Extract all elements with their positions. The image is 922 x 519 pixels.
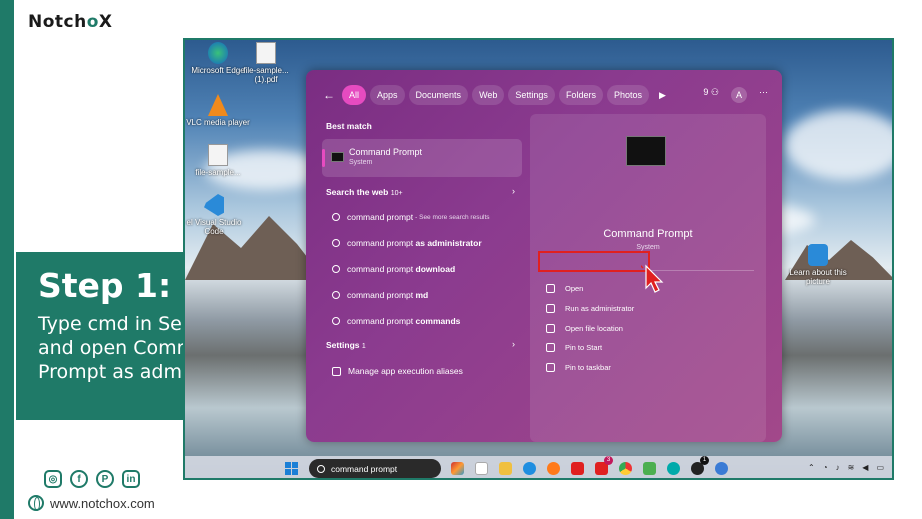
search-icon (332, 265, 340, 273)
open-icon (546, 283, 555, 293)
vlc-icon (208, 94, 228, 116)
search-icon (332, 239, 340, 247)
settings-list-icon (332, 366, 341, 376)
web-result-2[interactable]: command prompt as administrator (332, 236, 482, 250)
action-open-file-location[interactable]: Open file location (546, 321, 623, 335)
wifi-icon[interactable]: ≋ (848, 463, 855, 472)
vscode-desktop-icon[interactable]: el Visual Studio Code (185, 194, 247, 236)
pin-icon (546, 342, 555, 352)
search-icon (332, 291, 340, 299)
chevron-up-icon[interactable]: ⌃ (808, 463, 815, 472)
search-icon (317, 464, 325, 473)
filter-all[interactable]: All (342, 85, 367, 105)
pdf-desktop-icon[interactable]: file-sample...(1).pdf (233, 42, 299, 84)
file-desktop-icon[interactable]: file-sample... (185, 144, 251, 177)
detail-title: Command Prompt (603, 228, 693, 240)
file-explorer-icon[interactable] (499, 462, 512, 475)
netflix-icon[interactable] (571, 462, 584, 475)
app-icon[interactable] (715, 462, 728, 475)
chrome-icon[interactable] (619, 462, 632, 475)
pdf-file-icon (256, 42, 276, 64)
settings-heading: Settings 1 (326, 340, 366, 350)
filter-settings[interactable]: Settings (508, 85, 555, 105)
microphone-icon[interactable]: ♪ (836, 463, 840, 472)
menu-tools: 9 ⚇ A ⋯ (703, 87, 768, 103)
web-result-5[interactable]: command prompt commands (332, 314, 460, 328)
shield-icon (546, 303, 555, 313)
chevron-right-icon[interactable]: › (512, 339, 515, 349)
highlight-box (538, 251, 650, 272)
command-prompt-large-icon (626, 136, 666, 166)
facebook-icon[interactable]: f (70, 470, 88, 488)
battery-icon[interactable]: ▭ (876, 463, 884, 472)
filter-documents[interactable]: Documents (408, 85, 469, 105)
search-icon (332, 213, 340, 221)
action-open[interactable]: Open (546, 281, 583, 295)
learn-picture-desktop-icon[interactable]: Learn about this picture (785, 244, 851, 286)
website-link[interactable]: www.notchox.com (28, 495, 155, 511)
edge-taskbar-icon[interactable] (523, 462, 536, 475)
best-match-heading: Best match (326, 121, 372, 131)
web-result-4[interactable]: command prompt md (332, 288, 428, 302)
pinterest-icon[interactable]: P (96, 470, 114, 488)
avatar[interactable]: A (731, 87, 747, 103)
page: NotchoX Step 1: Type cmd in Search bar a… (0, 0, 922, 519)
action-run-as-administrator[interactable]: Run as administrator (546, 301, 634, 315)
brand-strip (0, 0, 14, 519)
action-pin-to-taskbar[interactable]: Pin to taskbar (546, 360, 611, 374)
picture-icon (808, 244, 828, 266)
app-icon[interactable]: 1 (691, 456, 709, 475)
linkedin-icon[interactable]: in (122, 470, 140, 488)
edge-icon (208, 42, 228, 64)
detail-subtitle: System (636, 244, 660, 251)
best-match-subtitle: System (349, 159, 373, 166)
more-filters-icon[interactable]: ▶ (659, 90, 666, 101)
settings-result[interactable]: Manage app execution aliases (332, 364, 463, 378)
filter-photos[interactable]: Photos (606, 85, 649, 105)
selection-indicator (322, 149, 325, 167)
website-url: www.notchox.com (50, 495, 155, 511)
vlc-desktop-icon[interactable]: VLC media player (185, 94, 251, 127)
notchox-logo: NotchoX (28, 12, 113, 32)
search-icon (332, 317, 340, 325)
more-options-icon[interactable]: ⋯ (759, 87, 768, 103)
app-tray-icon[interactable]: ◔ (823, 463, 828, 472)
search-filters: ← All Apps Documents Web Settings Folder… (320, 84, 666, 106)
best-match-result[interactable]: Command Prompt System (322, 139, 522, 177)
pin-icon (546, 362, 555, 372)
instagram-icon[interactable]: ◎ (44, 470, 62, 488)
search-web-heading: Search the web 10+ (326, 187, 403, 197)
chevron-right-icon[interactable]: › (512, 186, 515, 196)
filter-folders[interactable]: Folders (558, 85, 603, 105)
taskbar: command prompt 3 1 ⌃ ◔ ♪ ≋ ◀ ▭ (185, 456, 892, 478)
store-icon[interactable] (475, 462, 488, 475)
system-tray: ⌃ ◔ ♪ ≋ ◀ ▭ (808, 463, 884, 472)
command-prompt-icon (331, 152, 344, 162)
start-search-menu: ← All Apps Documents Web Settings Folder… (306, 70, 782, 442)
filter-web[interactable]: Web (472, 85, 505, 105)
web-result-3[interactable]: command prompt download (332, 262, 455, 276)
cursor-pointer-icon (641, 264, 664, 293)
vscode-icon (204, 194, 224, 216)
back-arrow-icon[interactable]: ← (320, 88, 338, 102)
file-icon (208, 144, 228, 166)
windows-start-icon[interactable] (285, 462, 298, 475)
volume-icon[interactable]: ◀ (862, 463, 868, 472)
best-match-title: Command Prompt (349, 147, 423, 157)
firefox-icon[interactable] (547, 462, 560, 475)
app-icon[interactable]: 3 (595, 456, 613, 475)
globe-icon (28, 495, 44, 511)
web-result-1[interactable]: command prompt - See more search results (332, 210, 490, 224)
filter-apps[interactable]: Apps (370, 85, 405, 105)
social-links: ◎ f P in (44, 470, 140, 488)
folder-icon (546, 323, 555, 333)
app-icon[interactable] (643, 462, 656, 475)
taskbar-search-input[interactable]: command prompt (309, 459, 441, 478)
windows-screenshot: Microsoft Edge file-sample...(1).pdf VLC… (183, 38, 894, 480)
app-icon[interactable] (667, 462, 680, 475)
action-pin-to-start[interactable]: Pin to Start (546, 340, 602, 354)
rewards-count[interactable]: 9 ⚇ (703, 87, 719, 103)
copilot-icon[interactable] (451, 462, 464, 475)
